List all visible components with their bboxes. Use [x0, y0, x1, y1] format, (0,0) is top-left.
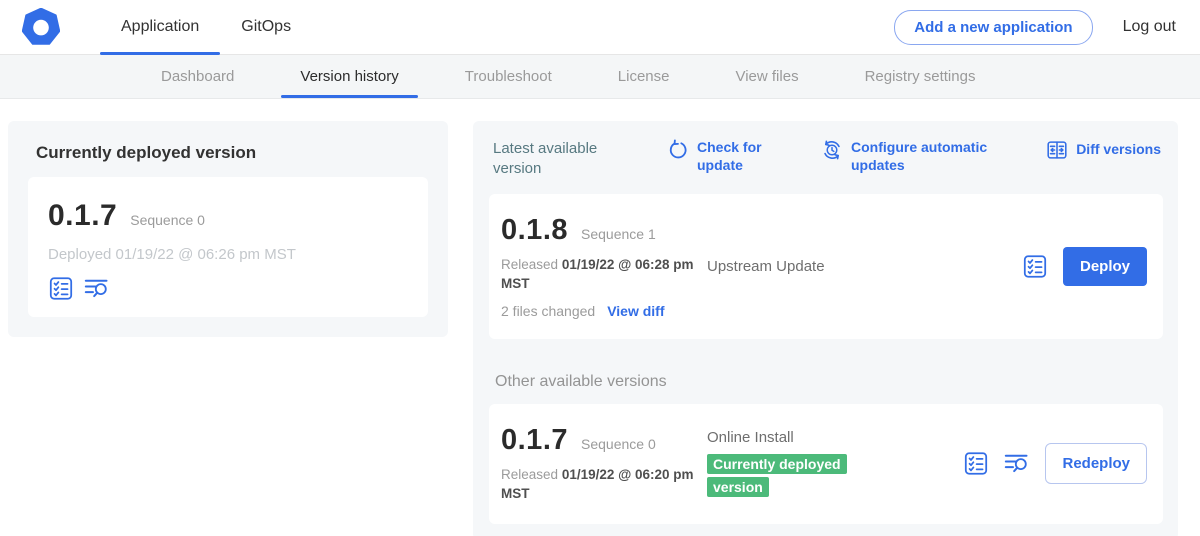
other-version-card: 0.1.7 Sequence 0 Released 01/19/22 @ 06:…: [489, 404, 1163, 524]
other-version-sequence: Sequence 0: [581, 436, 656, 452]
files-changed-count: 2 files changed: [501, 303, 595, 319]
app-subnav: Dashboard Version history Troubleshoot L…: [0, 55, 1200, 99]
subnav-tab-dashboard[interactable]: Dashboard: [128, 55, 267, 98]
top-tabs: Application GitOps: [100, 0, 312, 54]
replicated-logo-icon[interactable]: [22, 8, 60, 46]
other-versions-header: Other available versions: [495, 373, 1159, 391]
latest-version-sequence: Sequence 1: [581, 226, 656, 242]
version-source-label: Upstream Update: [707, 258, 1022, 275]
subnav-tab-license[interactable]: License: [585, 55, 703, 98]
preflight-checks-icon[interactable]: [1022, 254, 1048, 279]
view-logs-icon[interactable]: [1004, 451, 1030, 476]
diff-versions-button[interactable]: Diff versions: [1046, 139, 1161, 161]
tab-application[interactable]: Application: [100, 0, 220, 54]
latest-version-number: 0.1.8: [501, 214, 568, 247]
subnav-tab-view-files[interactable]: View files: [702, 55, 831, 98]
diff-versions-icon: [1046, 139, 1068, 161]
latest-version-card: 0.1.8 Sequence 1 Released 01/19/22 @ 06:…: [489, 194, 1163, 339]
view-logs-icon[interactable]: [84, 276, 110, 301]
logout-link[interactable]: Log out: [1123, 18, 1176, 36]
currently-deployed-badge: Currently deployed version: [707, 454, 847, 497]
refresh-icon: [667, 139, 689, 161]
check-for-update-button[interactable]: Check for update: [667, 139, 765, 174]
deploy-button[interactable]: Deploy: [1063, 247, 1147, 286]
version-source-label: Online Install: [707, 429, 963, 446]
top-navbar: Application GitOps Add a new application…: [0, 0, 1200, 55]
released-timestamp: Released 01/19/22 @ 06:28 pm MST: [501, 256, 697, 294]
subnav-tab-version-history[interactable]: Version history: [267, 55, 431, 98]
subnav-tab-troubleshoot[interactable]: Troubleshoot: [432, 55, 585, 98]
deployed-timestamp: Deployed 01/19/22 @ 06:26 pm MST: [48, 246, 408, 263]
clock-refresh-icon: [821, 139, 843, 161]
configure-automatic-updates-button[interactable]: Configure automatic updates: [821, 139, 989, 174]
currently-deployed-panel: Currently deployed version 0.1.7 Sequenc…: [8, 121, 448, 337]
available-versions-panel: Latest available version Check for updat…: [473, 121, 1178, 536]
current-version-number: 0.1.7: [48, 199, 117, 233]
tab-gitops[interactable]: GitOps: [220, 0, 312, 54]
preflight-checks-icon[interactable]: [48, 276, 74, 301]
preflight-checks-icon[interactable]: [963, 451, 989, 476]
subnav-tab-registry-settings[interactable]: Registry settings: [832, 55, 1009, 98]
currently-deployed-title: Currently deployed version: [36, 143, 420, 163]
other-version-number: 0.1.7: [501, 424, 568, 457]
view-diff-link[interactable]: View diff: [607, 303, 664, 319]
add-application-button[interactable]: Add a new application: [894, 10, 1092, 45]
current-version-card: 0.1.7 Sequence 0 Deployed 01/19/22 @ 06:…: [28, 177, 428, 317]
redeploy-button[interactable]: Redeploy: [1045, 443, 1147, 484]
released-timestamp: Released 01/19/22 @ 06:20 pm MST: [501, 466, 697, 504]
latest-available-title: Latest available version: [493, 139, 613, 178]
current-version-sequence: Sequence 0: [130, 212, 205, 228]
